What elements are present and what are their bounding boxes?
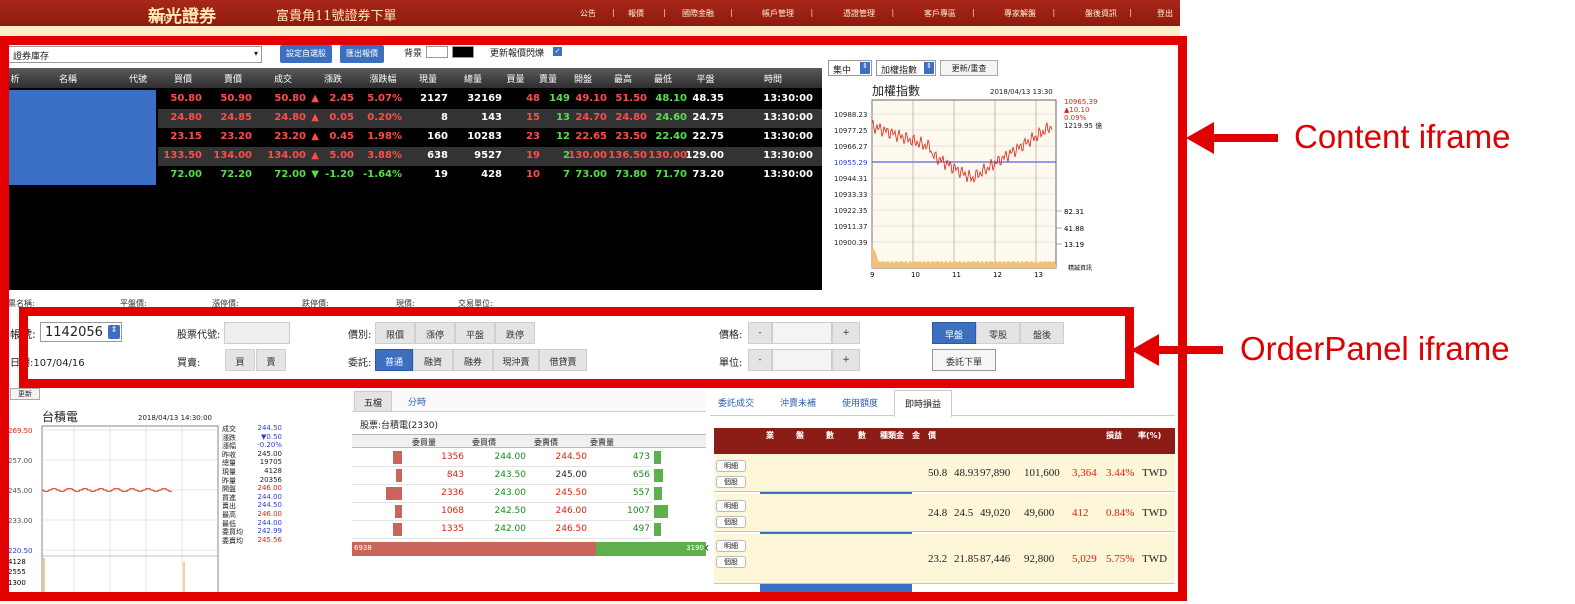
orderpanel-iframe-outline (19, 307, 1134, 388)
nav-separator: | (972, 8, 975, 17)
orderpanel-iframe-label: OrderPanel iframe (1240, 330, 1510, 367)
top-header-bar: 新光證券 SKIS 富貴角11號證券下單 公告 | 報價 | 國際金融 | 帳戶管理 | 憑證管理… (0, 0, 1180, 27)
header-strip (0, 26, 1180, 36)
content-arrow-shaft (1212, 134, 1278, 142)
content-iframe-label: Content iframe (1294, 118, 1511, 155)
nav-item-3[interactable]: 帳戶管理 (762, 8, 794, 19)
nav-item-7[interactable]: 盤後資訊 (1085, 8, 1117, 19)
nav-item-0[interactable]: 公告 (580, 8, 596, 19)
content-arrow-icon (1186, 122, 1214, 154)
nav-item-4[interactable]: 憑證管理 (843, 8, 875, 19)
nav-item-8[interactable]: 登出 (1157, 8, 1173, 19)
nav-separator: | (612, 8, 615, 17)
nav-item-1[interactable]: 報價 (628, 8, 644, 19)
nav-item-6[interactable]: 專家解盤 (1004, 8, 1036, 19)
nav-item-2[interactable]: 國際金融 (682, 8, 714, 19)
order-arrow-shaft (1157, 346, 1223, 354)
nav-separator: | (663, 8, 666, 17)
nav-separator: | (730, 8, 733, 17)
nav-item-5[interactable]: 客戶專區 (924, 8, 956, 19)
nav-separator: | (1052, 8, 1056, 17)
brand-logo: 新光證券 SKIS (148, 7, 216, 27)
brand-slogan: 富貴角11號證券下單 (276, 9, 397, 24)
nav-separator: | (891, 8, 895, 17)
nav-separator: | (1129, 8, 1132, 17)
nav-separator: | (810, 8, 814, 17)
order-arrow-icon (1131, 334, 1159, 366)
